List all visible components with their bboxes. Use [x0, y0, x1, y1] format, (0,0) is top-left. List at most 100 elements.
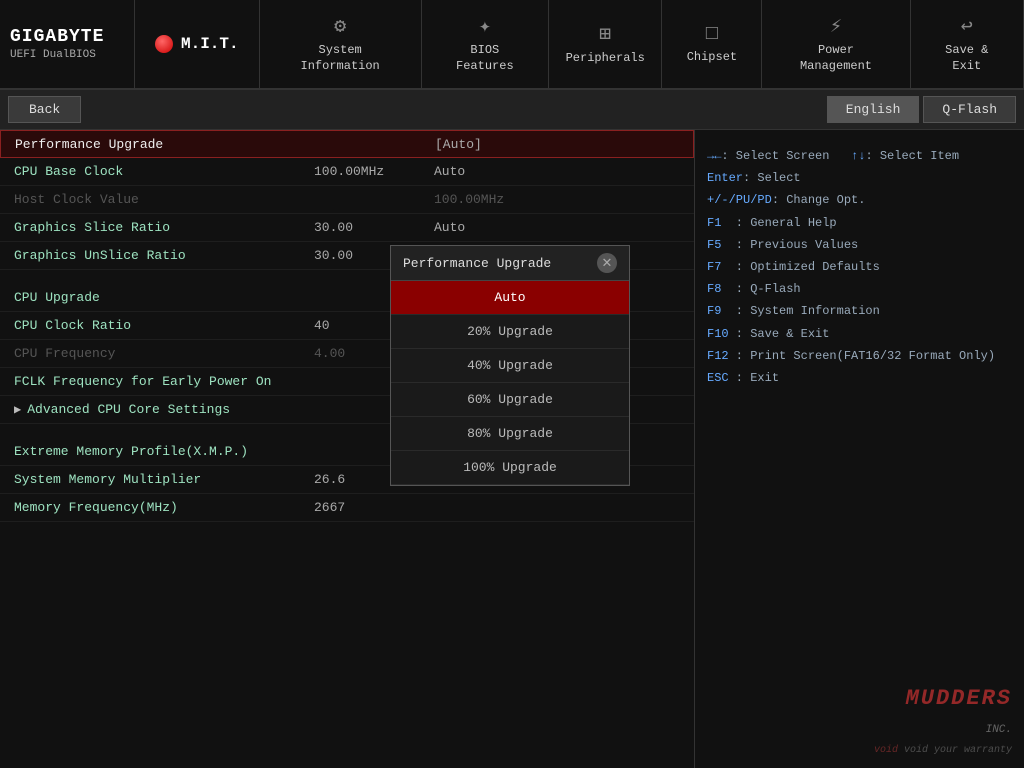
info-desc: : General Help: [721, 216, 836, 230]
info-key: Enter: [707, 171, 743, 185]
info-f5: F5 : Previous Values: [707, 234, 1012, 256]
setting-name: Host Clock Value: [14, 192, 314, 207]
mit-tab[interactable]: M.I.T.: [135, 0, 260, 88]
tab-chipset-label: Chipset: [687, 50, 737, 66]
info-desc: : Print Screen(FAT16/32 Format Only): [729, 349, 995, 363]
info-desc: : Change Opt.: [772, 193, 866, 207]
setting-row-graphics-slice-ratio[interactable]: Graphics Slice Ratio 30.00 Auto: [0, 214, 694, 242]
setting-name: Memory Frequency(MHz): [14, 500, 314, 515]
info-key: F8: [707, 282, 721, 296]
warranty-text: void void your warranty: [874, 741, 1012, 760]
info-f7: F7 : Optimized Defaults: [707, 256, 1012, 278]
tab-peripherals-label: Peripherals: [566, 51, 645, 67]
setting-val1: 100.00MHz: [314, 164, 434, 179]
dropdown-option-auto[interactable]: Auto: [391, 281, 629, 315]
tab-bios-features[interactable]: ✦ BIOS Features: [422, 0, 549, 88]
info-change-opt: +/-/PU/PD: Change Opt.: [707, 189, 1012, 211]
gigabyte-logo: GIGABYTE: [10, 27, 104, 47]
info-key: F5: [707, 238, 721, 252]
setting-name: System Memory Multiplier: [14, 472, 314, 487]
setting-row-cpu-base-clock[interactable]: CPU Base Clock 100.00MHz Auto: [0, 158, 694, 186]
sub-header: Back English Q-Flash: [0, 90, 1024, 130]
dropdown-close-button[interactable]: ✕: [597, 253, 617, 273]
info-desc: : Select Screen: [721, 149, 851, 163]
info-key: F12: [707, 349, 729, 363]
info-key: F1: [707, 216, 721, 230]
setting-name: Graphics Slice Ratio: [14, 220, 314, 235]
info-key: →←: [707, 149, 721, 163]
tab-peripherals[interactable]: ⊞ Peripherals: [549, 0, 662, 88]
performance-upgrade-dropdown[interactable]: Performance Upgrade ✕ Auto 20% Upgrade 4…: [390, 245, 630, 486]
setting-name: CPU Base Clock: [14, 164, 314, 179]
setting-name: CPU Upgrade: [14, 290, 314, 305]
setting-name: CPU Clock Ratio: [14, 318, 314, 333]
logo-area: GIGABYTE UEFI DualBIOS: [0, 0, 135, 88]
setting-val2: [Auto]: [435, 137, 482, 152]
setting-val2: Auto: [434, 164, 465, 179]
tab-bios-features-label: BIOS Features: [440, 43, 530, 74]
qflash-button[interactable]: Q-Flash: [923, 96, 1016, 123]
setting-val2: 100.00MHz: [434, 192, 504, 207]
setting-val2: Auto: [434, 220, 465, 235]
chipset-icon: □: [706, 23, 718, 46]
info-key: ESC: [707, 371, 729, 385]
info-esc: ESC : Exit: [707, 367, 1012, 389]
mit-label: M.I.T.: [181, 35, 239, 53]
nav-tabs: ⚙ System Information ✦ BIOS Features ⊞ P…: [260, 0, 1024, 88]
setting-name: Extreme Memory Profile(X.M.P.): [14, 444, 314, 459]
info-f8: F8 : Q-Flash: [707, 278, 1012, 300]
save-exit-icon: ↩: [961, 13, 973, 39]
sub-right-buttons: English Q-Flash: [823, 96, 1016, 123]
dropdown-option-40[interactable]: 40% Upgrade: [391, 349, 629, 383]
dropdown-option-80[interactable]: 80% Upgrade: [391, 417, 629, 451]
info-desc: : Optimized Defaults: [721, 260, 879, 274]
tab-power-management-label: Power Management: [780, 43, 891, 74]
info-desc: : Select: [743, 171, 801, 185]
info-key: +/-/PU/PD: [707, 193, 772, 207]
setting-name: Performance Upgrade: [15, 137, 315, 152]
back-button[interactable]: Back: [8, 96, 81, 123]
main-header: GIGABYTE UEFI DualBIOS M.I.T. ⚙ System I…: [0, 0, 1024, 90]
setting-name: Graphics UnSlice Ratio: [14, 248, 314, 263]
dropdown-option-20[interactable]: 20% Upgrade: [391, 315, 629, 349]
language-button[interactable]: English: [827, 96, 920, 123]
watermark: MUDDERS INC. void void your warranty: [874, 678, 1012, 760]
info-key: F7: [707, 260, 721, 274]
dropdown-option-60[interactable]: 60% Upgrade: [391, 383, 629, 417]
system-info-icon: ⚙: [334, 13, 346, 39]
main-content: Performance Upgrade [Auto] CPU Base Cloc…: [0, 130, 1024, 768]
info-key-2: ↑↓: [851, 149, 865, 163]
power-icon: ⚡: [830, 13, 842, 39]
setting-row-host-clock-value: Host Clock Value 100.00MHz: [0, 186, 694, 214]
setting-row-performance-upgrade[interactable]: Performance Upgrade [Auto]: [0, 130, 694, 158]
uefi-label: UEFI DualBIOS: [10, 49, 96, 61]
bios-features-icon: ✦: [479, 13, 491, 39]
setting-row-memory-frequency[interactable]: Memory Frequency(MHz) 2667: [0, 494, 694, 522]
setting-name: Advanced CPU Core Settings: [27, 402, 327, 417]
peripherals-icon: ⊞: [599, 21, 611, 47]
tab-save-exit[interactable]: ↩ Save & Exit: [911, 0, 1024, 88]
info-enter: Enter: Select: [707, 167, 1012, 189]
info-key: F10: [707, 327, 729, 341]
info-panel: →←: Select Screen ↑↓: Select Item Enter:…: [694, 130, 1024, 768]
arrow-icon: ▶: [14, 402, 21, 417]
dropdown-title: Performance Upgrade: [403, 256, 551, 271]
info-f12: F12 : Print Screen(FAT16/32 Format Only): [707, 345, 1012, 367]
watermark-sub: INC.: [986, 720, 1012, 741]
dropdown-option-100[interactable]: 100% Upgrade: [391, 451, 629, 485]
tab-system-information-label: System Information: [278, 43, 403, 74]
info-desc: : Exit: [729, 371, 779, 385]
info-desc-2: : Select Item: [865, 149, 959, 163]
info-desc: : Q-Flash: [721, 282, 800, 296]
tab-power-management[interactable]: ⚡ Power Management: [762, 0, 910, 88]
mit-dot-icon: [155, 35, 173, 53]
tab-system-information[interactable]: ⚙ System Information: [260, 0, 422, 88]
info-f1: F1 : General Help: [707, 212, 1012, 234]
settings-panel: Performance Upgrade [Auto] CPU Base Cloc…: [0, 130, 694, 768]
setting-name: FCLK Frequency for Early Power On: [14, 374, 314, 389]
info-f9: F9 : System Information: [707, 300, 1012, 322]
info-select-screen: →←: Select Screen ↑↓: Select Item: [707, 145, 1012, 167]
setting-val1: 2667: [314, 500, 434, 515]
tab-chipset[interactable]: □ Chipset: [662, 0, 762, 88]
setting-name: CPU Frequency: [14, 346, 314, 361]
